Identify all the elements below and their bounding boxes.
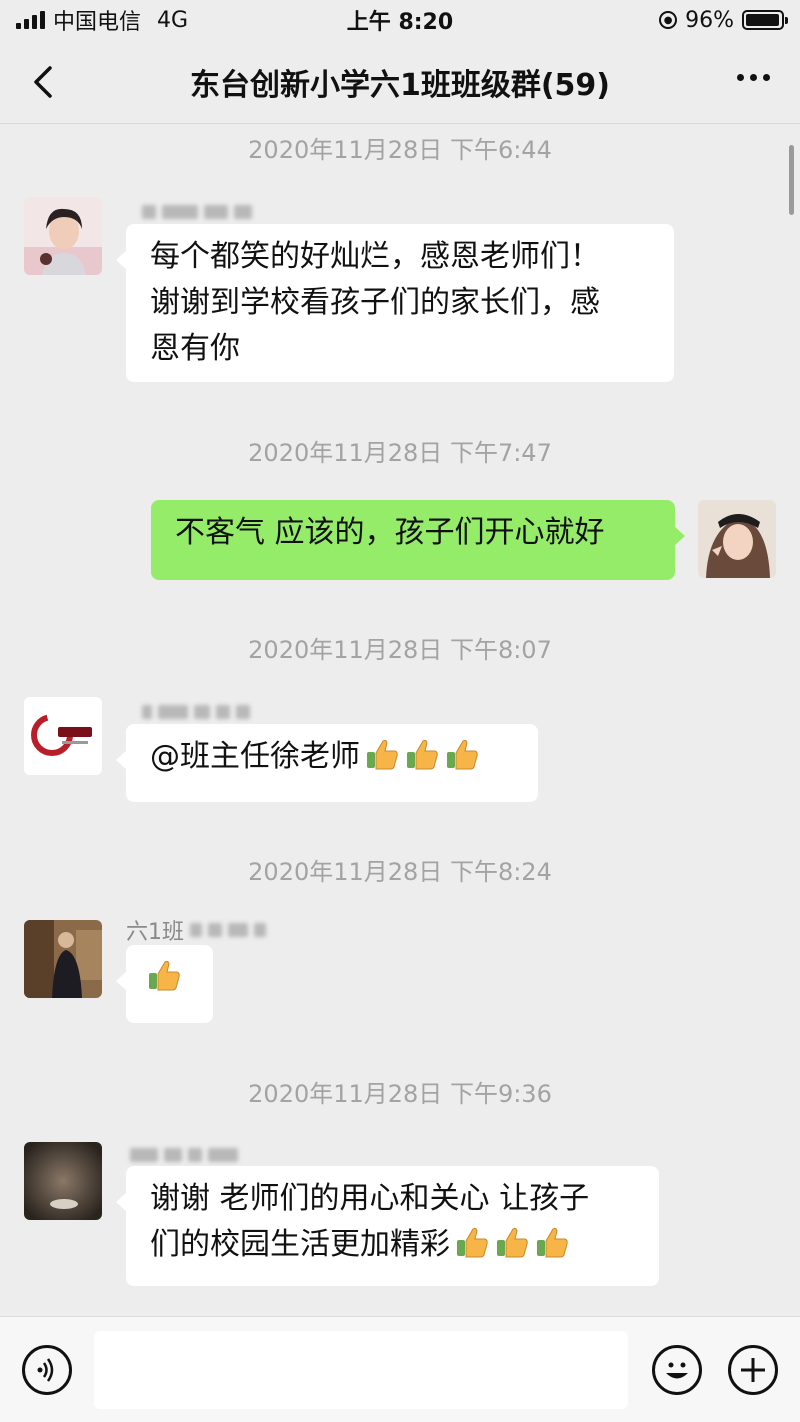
thumbs-up-group	[450, 1227, 570, 1262]
message-line: 谢谢 老师们的用心和关心 让孩子	[150, 1181, 590, 1216]
chat-title: 东台创新小学六1班班级群(59)	[189, 67, 611, 103]
status-bar: 中国电信 4G 上午 8:20 ● 96%	[0, 0, 800, 40]
message-line: @班主任徐老师	[150, 739, 360, 774]
rotation-lock-icon: ●	[659, 11, 678, 29]
message-bubble[interactable]: 每个都笑的好灿烂，感恩老师们！ 谢谢到学校看孩子们的家长们，感 恩有你	[116, 224, 674, 382]
message-input[interactable]	[94, 1331, 628, 1409]
message-line: 们的校园生活更加精彩	[150, 1227, 450, 1262]
back-icon[interactable]	[26, 62, 66, 102]
self-avatar[interactable]	[698, 500, 776, 578]
input-bar	[0, 1316, 800, 1422]
voice-button[interactable]	[22, 1345, 72, 1395]
battery-percent: 96%	[685, 7, 734, 33]
sender-name-text: 六1班	[126, 920, 184, 945]
voice-icon	[37, 1358, 54, 1382]
message-bubble[interactable]: 谢谢 老师们的用心和关心 让孩子 们的校园生活更加精彩	[116, 1166, 659, 1286]
avatar[interactable]	[24, 920, 102, 998]
timestamp: 2020年11月28日 下午6:44	[248, 136, 552, 164]
sender-name-partial: 六1班	[126, 918, 266, 945]
message-bubble[interactable]	[116, 945, 213, 1023]
plus-button[interactable]	[728, 1345, 778, 1395]
emoji-button[interactable]	[652, 1345, 702, 1395]
network-label: 4G	[157, 7, 189, 33]
thumbs-up-icon	[404, 736, 440, 772]
timestamp: 2020年11月28日 下午9:36	[248, 1080, 552, 1108]
avatar[interactable]	[24, 1142, 102, 1220]
message-bubble-self[interactable]: 不客气 应该的，孩子们开心就好	[151, 500, 685, 580]
emoji-icon	[666, 1362, 688, 1379]
thumbs-up-group	[142, 960, 182, 995]
battery-fill	[746, 14, 779, 26]
status-left: 中国电信 4G	[16, 4, 188, 36]
thumbs-up-icon	[146, 957, 182, 993]
thumbs-up-icon	[364, 736, 400, 772]
battery-icon	[742, 10, 788, 30]
thumbs-up-icon	[494, 1224, 530, 1260]
sender-name-blurred	[142, 200, 252, 224]
signal-icon	[16, 11, 45, 29]
more-icon[interactable]	[737, 74, 770, 81]
status-right: ● 96%	[659, 7, 788, 33]
timestamp: 2020年11月28日 下午7:47	[248, 439, 552, 467]
carrier-label: 中国电信	[53, 10, 142, 35]
thumbs-up-group	[360, 739, 480, 774]
avatar[interactable]	[24, 697, 102, 775]
message-line: 恩有你	[150, 331, 240, 366]
thumbs-up-icon	[444, 736, 480, 772]
thumbs-up-icon	[454, 1224, 490, 1260]
avatar[interactable]	[24, 197, 102, 275]
timestamp: 2020年11月28日 下午8:07	[248, 636, 552, 664]
nav-bar: 东台创新小学六1班班级群(59)	[0, 40, 800, 124]
timestamp: 2020年11月28日 下午8:24	[248, 858, 552, 886]
message-line: 谢谢到学校看孩子们的家长们，感	[150, 285, 600, 320]
sender-name-blurred	[142, 700, 250, 724]
message-bubble[interactable]: @班主任徐老师	[116, 724, 538, 802]
message-line: 每个都笑的好灿烂，感恩老师们！	[150, 239, 600, 274]
message-line: 不客气 应该的，孩子们开心就好	[175, 515, 605, 550]
thumbs-up-icon	[534, 1224, 570, 1260]
plus-icon	[741, 1358, 765, 1382]
sender-name-blurred	[130, 1143, 238, 1167]
